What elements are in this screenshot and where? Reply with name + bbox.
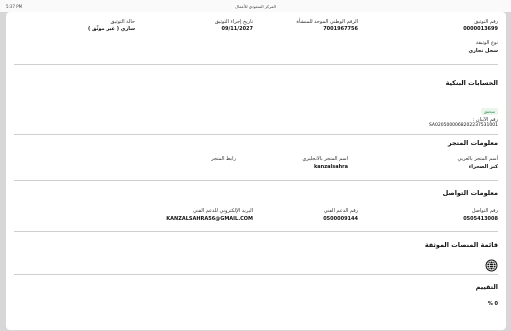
national-id-value: 7001967756 [323,26,358,32]
phone-value: 0505413008 [463,216,498,222]
doc-date-value: 09/11/2027 [221,26,253,32]
store-name-en-label: اسم المتجر بالانجليزي [302,156,348,162]
page-url: المركز السعودي للأعمال [235,4,276,9]
contact-info-title: معلومات التواصل [442,189,498,197]
store-name-en-value: kanzalsahra [313,164,348,170]
divider [14,180,498,181]
support-phone-value: 0500009144 [323,216,358,222]
divider [14,274,498,275]
store-name-ar-label: أسم المتجر بالعربي [457,156,498,162]
rating-title: التقييم [475,283,498,291]
doc-type-value: سجل تجاري [468,48,498,54]
iban-value: SA0205000068202237531001 [428,123,498,128]
national-id-label: الرقم الوطني الموحد للمنشأة [296,19,358,25]
doc-number-value: 0000013699 [463,26,498,32]
verified-badge: متحقق [480,108,498,115]
divider [14,64,498,65]
doc-type-label: نوع الوثيقة [475,40,498,46]
support-phone-label: رقم الدعم الفني [323,208,358,214]
doc-date-label: تاريخ إجراء التوثيق [214,19,253,25]
store-name-ar-value: كنز الصحراء [468,164,498,170]
platforms-title: قائمة المنصات الموثقة [424,241,498,249]
divider [14,231,498,232]
divider [14,134,498,135]
support-email-label: البريد الإلكتروني للدعم الفني [193,208,253,214]
support-email-value: KANZALSAHRA56@GMAIL.COM [166,216,253,222]
globe-icon[interactable] [485,259,498,272]
status-bar: 5:37 PM المركز السعودي للأعمال [0,0,511,12]
doc-status-label: حالة التوثيق [110,19,135,25]
bank-accounts-title: الحسابات البنكية [445,79,498,87]
phone-label: رقم التواصل [471,208,498,214]
store-link-label: رابط المتجر [211,156,236,162]
doc-status-value: ساري ( غير موثّق ) [88,26,135,32]
document-card: رقم التوثيق 0000013699 الرقم الوطني المو… [6,12,506,330]
store-info-title: معلومات المتجر [447,139,498,147]
doc-number-label: رقم التوثيق [474,19,498,25]
rating-value: 0 % [487,301,498,307]
